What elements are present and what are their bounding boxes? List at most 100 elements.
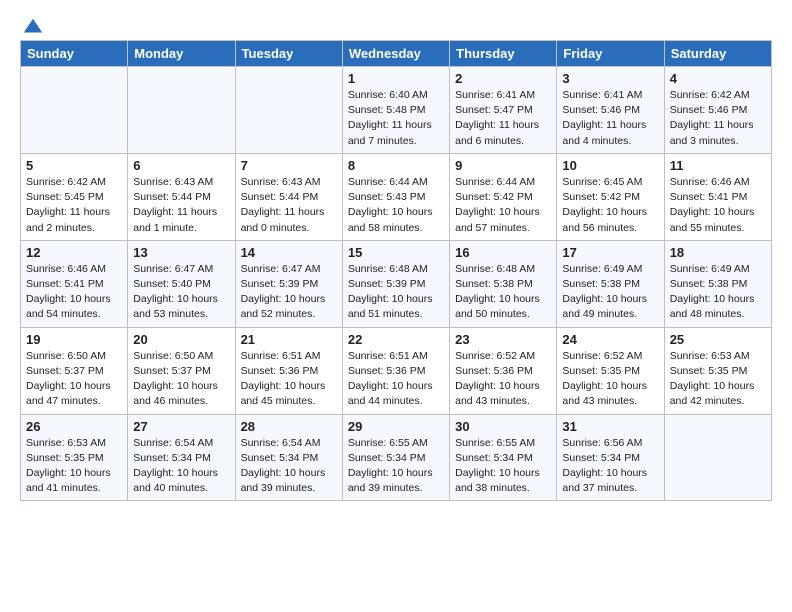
calendar-cell: 22 Sunrise: 6:51 AMSunset: 5:36 PMDayligh… (342, 327, 449, 414)
calendar-cell (664, 414, 771, 501)
day-number: 9 (455, 158, 551, 173)
calendar-cell: 13 Sunrise: 6:47 AMSunset: 5:40 PMDayligh… (128, 240, 235, 327)
calendar-cell: 18Sunrise: 6:49 AMSunset: 5:38 PMDayligh… (664, 240, 771, 327)
calendar-cell: 5Sunrise: 6:42 AMSunset: 5:45 PMDaylight… (21, 153, 128, 240)
day-info: Sunrise: 6:44 AMSunset: 5:42 PMDaylight:… (455, 175, 551, 236)
day-number: 28 (241, 419, 337, 434)
day-info: Sunrise: 6:51 AMSunset: 5:36 PMDaylight:… (348, 349, 444, 410)
day-header-tuesday: Tuesday (235, 41, 342, 67)
day-number: 10 (562, 158, 658, 173)
day-number: 27 (133, 419, 229, 434)
calendar-week-5: 26Sunrise: 6:53 AMSunset: 5:35 PMDayligh… (21, 414, 772, 501)
calendar-cell: 14Sunrise: 6:47 AMSunset: 5:39 PMDayligh… (235, 240, 342, 327)
logo (20, 16, 44, 34)
day-number: 11 (670, 158, 766, 173)
calendar-cell: 28 Sunrise: 6:54 AMSunset: 5:34 PMDayligh… (235, 414, 342, 501)
day-number: 4 (670, 71, 766, 86)
day-info: Sunrise: 6:51 AMSunset: 5:36 PMDaylight:… (241, 349, 337, 410)
calendar-table: SundayMondayTuesdayWednesdayThursdayFrid… (20, 40, 772, 501)
calendar-cell: 26Sunrise: 6:53 AMSunset: 5:35 PMDayligh… (21, 414, 128, 501)
calendar-cell: 17 Sunrise: 6:49 AMSunset: 5:38 PMDayligh… (557, 240, 664, 327)
day-number: 14 (241, 245, 337, 260)
day-info: Sunrise: 6:42 AMSunset: 5:46 PMDaylight:… (670, 88, 766, 149)
calendar-cell: 29Sunrise: 6:55 AMSunset: 5:34 PMDayligh… (342, 414, 449, 501)
calendar-cell: 6 Sunrise: 6:43 AMSunset: 5:44 PMDaylight… (128, 153, 235, 240)
day-number: 26 (26, 419, 122, 434)
day-number: 19 (26, 332, 122, 347)
day-info: Sunrise: 6:46 AMSunset: 5:41 PMDaylight:… (670, 175, 766, 236)
calendar-cell: 30 Sunrise: 6:55 AMSunset: 5:34 PMDayligh… (450, 414, 557, 501)
day-info: Sunrise: 6:50 AMSunset: 5:37 PMDaylight:… (26, 349, 122, 410)
calendar-header-row: SundayMondayTuesdayWednesdayThursdayFrid… (21, 41, 772, 67)
day-header-wednesday: Wednesday (342, 41, 449, 67)
day-number: 30 (455, 419, 551, 434)
calendar-cell (235, 67, 342, 154)
calendar-cell: 20 Sunrise: 6:50 AMSunset: 5:37 PMDayligh… (128, 327, 235, 414)
day-info: Sunrise: 6:44 AMSunset: 5:43 PMDaylight:… (348, 175, 444, 236)
logo-icon (22, 16, 44, 38)
day-info: Sunrise: 6:49 AMSunset: 5:38 PMDaylight:… (670, 262, 766, 323)
calendar-cell: 2 Sunrise: 6:41 AMSunset: 5:47 PMDaylight… (450, 67, 557, 154)
day-number: 16 (455, 245, 551, 260)
day-number: 23 (455, 332, 551, 347)
day-info: Sunrise: 6:46 AMSunset: 5:41 PMDaylight:… (26, 262, 122, 323)
day-info: Sunrise: 6:54 AMSunset: 5:34 PMDaylight:… (241, 436, 337, 497)
calendar-cell: 10 Sunrise: 6:45 AMSunset: 5:42 PMDayligh… (557, 153, 664, 240)
calendar-cell: 19 Sunrise: 6:50 AMSunset: 5:37 PMDayligh… (21, 327, 128, 414)
calendar-cell: 16Sunrise: 6:48 AMSunset: 5:38 PMDayligh… (450, 240, 557, 327)
calendar-cell: 12 Sunrise: 6:46 AMSunset: 5:41 PMDayligh… (21, 240, 128, 327)
calendar-cell: 3 Sunrise: 6:41 AMSunset: 5:46 PMDaylight… (557, 67, 664, 154)
day-info: Sunrise: 6:45 AMSunset: 5:42 PMDaylight:… (562, 175, 658, 236)
day-header-friday: Friday (557, 41, 664, 67)
calendar-cell (128, 67, 235, 154)
day-number: 17 (562, 245, 658, 260)
day-number: 24 (562, 332, 658, 347)
day-info: Sunrise: 6:54 AMSunset: 5:34 PMDaylight:… (133, 436, 229, 497)
day-number: 22 (348, 332, 444, 347)
day-number: 3 (562, 71, 658, 86)
calendar-week-2: 5Sunrise: 6:42 AMSunset: 5:45 PMDaylight… (21, 153, 772, 240)
day-number: 29 (348, 419, 444, 434)
day-number: 1 (348, 71, 444, 86)
calendar-cell: 8 Sunrise: 6:44 AMSunset: 5:43 PMDaylight… (342, 153, 449, 240)
day-number: 25 (670, 332, 766, 347)
calendar-cell (21, 67, 128, 154)
day-info: Sunrise: 6:52 AMSunset: 5:35 PMDaylight:… (562, 349, 658, 410)
day-number: 12 (26, 245, 122, 260)
calendar-cell: 1 Sunrise: 6:40 AMSunset: 5:48 PMDaylight… (342, 67, 449, 154)
day-info: Sunrise: 6:41 AMSunset: 5:46 PMDaylight:… (562, 88, 658, 149)
day-info: Sunrise: 6:49 AMSunset: 5:38 PMDaylight:… (562, 262, 658, 323)
day-info: Sunrise: 6:43 AMSunset: 5:44 PMDaylight:… (133, 175, 229, 236)
day-info: Sunrise: 6:55 AMSunset: 5:34 PMDaylight:… (455, 436, 551, 497)
day-info: Sunrise: 6:52 AMSunset: 5:36 PMDaylight:… (455, 349, 551, 410)
day-header-saturday: Saturday (664, 41, 771, 67)
calendar-cell: 15 Sunrise: 6:48 AMSunset: 5:39 PMDayligh… (342, 240, 449, 327)
calendar-cell: 23 Sunrise: 6:52 AMSunset: 5:36 PMDayligh… (450, 327, 557, 414)
day-number: 7 (241, 158, 337, 173)
day-number: 2 (455, 71, 551, 86)
day-number: 8 (348, 158, 444, 173)
day-info: Sunrise: 6:47 AMSunset: 5:40 PMDaylight:… (133, 262, 229, 323)
day-number: 6 (133, 158, 229, 173)
day-info: Sunrise: 6:48 AMSunset: 5:39 PMDaylight:… (348, 262, 444, 323)
day-header-thursday: Thursday (450, 41, 557, 67)
day-info: Sunrise: 6:56 AMSunset: 5:34 PMDaylight:… (562, 436, 658, 497)
calendar-cell: 11 Sunrise: 6:46 AMSunset: 5:41 PMDayligh… (664, 153, 771, 240)
calendar-cell: 4 Sunrise: 6:42 AMSunset: 5:46 PMDaylight… (664, 67, 771, 154)
calendar-cell: 7Sunrise: 6:43 AMSunset: 5:44 PMDaylight… (235, 153, 342, 240)
day-number: 13 (133, 245, 229, 260)
day-info: Sunrise: 6:53 AMSunset: 5:35 PMDaylight:… (670, 349, 766, 410)
calendar-cell: 21Sunrise: 6:51 AMSunset: 5:36 PMDayligh… (235, 327, 342, 414)
page-container: SundayMondayTuesdayWednesdayThursdayFrid… (0, 0, 792, 511)
day-number: 31 (562, 419, 658, 434)
day-header-monday: Monday (128, 41, 235, 67)
day-number: 20 (133, 332, 229, 347)
day-number: 5 (26, 158, 122, 173)
day-header-sunday: Sunday (21, 41, 128, 67)
day-info: Sunrise: 6:50 AMSunset: 5:37 PMDaylight:… (133, 349, 229, 410)
day-info: Sunrise: 6:41 AMSunset: 5:47 PMDaylight:… (455, 88, 551, 149)
day-number: 15 (348, 245, 444, 260)
calendar-week-1: 1 Sunrise: 6:40 AMSunset: 5:48 PMDaylight… (21, 67, 772, 154)
calendar-cell: 24 Sunrise: 6:52 AMSunset: 5:35 PMDayligh… (557, 327, 664, 414)
day-info: Sunrise: 6:40 AMSunset: 5:48 PMDaylight:… (348, 88, 444, 149)
